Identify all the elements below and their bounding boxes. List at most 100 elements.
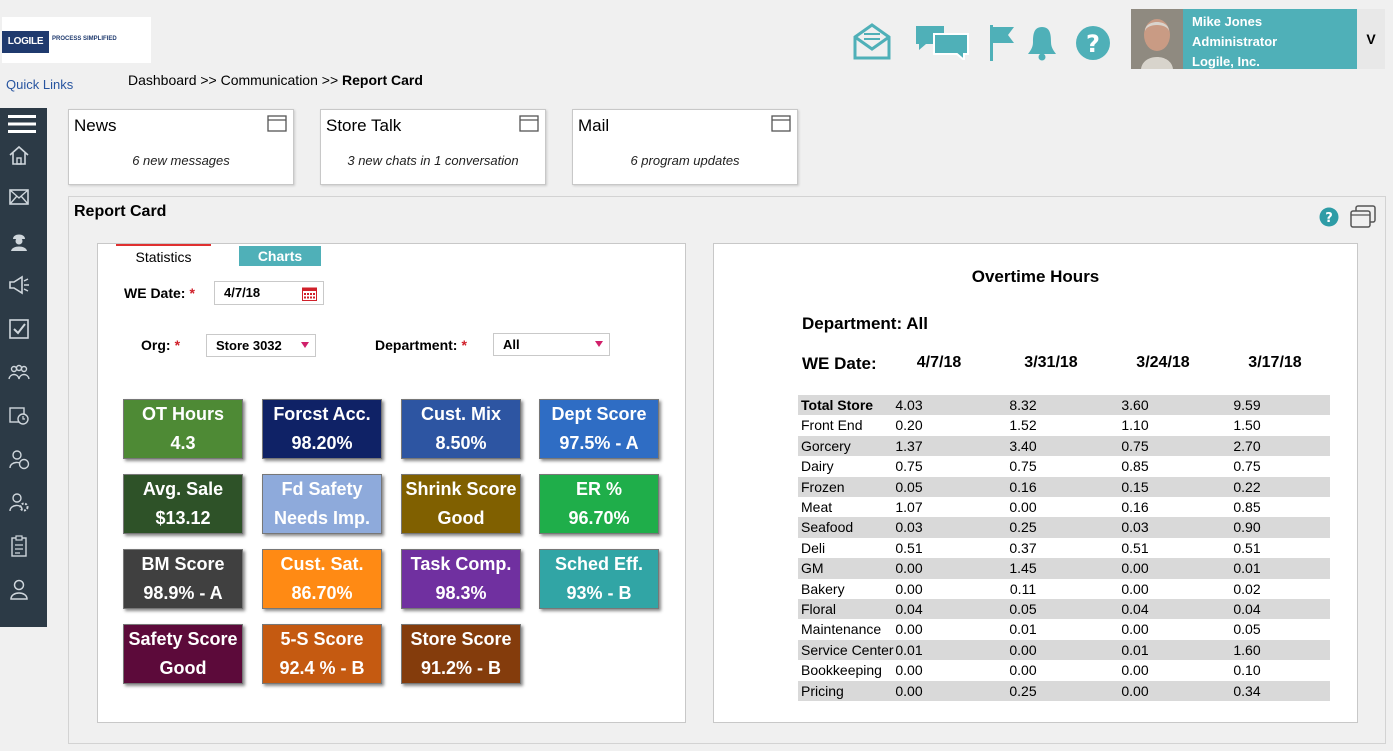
- we-date-input[interactable]: 4/7/18: [214, 281, 324, 305]
- score-tile[interactable]: Fd Safety Needs Imp.: [262, 474, 382, 534]
- tile-value: 98.3%: [435, 583, 487, 603]
- table-cell: 0.75: [1121, 437, 1149, 454]
- filter-icon[interactable]: [595, 341, 603, 347]
- row-label: Front End: [801, 417, 863, 434]
- table-cell: 1.50: [1233, 417, 1261, 434]
- tile-value: Good: [437, 508, 485, 528]
- score-tile[interactable]: Safety Score Good: [123, 624, 243, 684]
- mail-card[interactable]: Mail 6 program updates: [572, 109, 798, 185]
- score-tile[interactable]: 5-S Score 92.4 % - B: [262, 624, 382, 684]
- user-settings-icon[interactable]: [8, 491, 30, 513]
- window-icon[interactable]: [519, 115, 539, 132]
- worker-icon[interactable]: [8, 230, 30, 252]
- table-cell: 0.51: [1233, 539, 1261, 556]
- score-tile[interactable]: Cust. Mix 8.50%: [401, 399, 521, 459]
- tab-charts[interactable]: Charts: [239, 246, 321, 266]
- score-tile[interactable]: Dept Score 97.5% - A: [539, 399, 659, 459]
- tile-value: 93% - B: [566, 583, 632, 603]
- tile-label: Store Score: [410, 629, 512, 649]
- table-cell: 0.01: [895, 641, 923, 658]
- org-select[interactable]: Store 3032: [206, 334, 316, 357]
- row-label: Gorcery: [801, 437, 851, 454]
- help-icon[interactable]: ?: [1319, 207, 1339, 232]
- tile-value: 8.50%: [435, 433, 487, 453]
- score-tile[interactable]: Task Comp. 98.3%: [401, 549, 521, 609]
- row-label: Seafood: [801, 519, 854, 536]
- tile-value: 86.70%: [291, 583, 353, 603]
- card-message: 6 new messages: [132, 153, 230, 168]
- megaphone-icon[interactable]: [8, 274, 30, 296]
- score-tile[interactable]: Shrink Score Good: [401, 474, 521, 534]
- table-row: Seafood 0.03 0.25 0.03 0.90: [798, 517, 1330, 538]
- tab-statistics[interactable]: Statistics: [116, 244, 211, 268]
- profile-icon[interactable]: [8, 578, 30, 600]
- table-cell: 0.37: [1009, 539, 1037, 556]
- schedule-clock-icon[interactable]: [8, 404, 30, 426]
- window-icon[interactable]: [267, 115, 287, 132]
- score-tile[interactable]: Cust. Sat. 86.70%: [262, 549, 382, 609]
- menu-icon[interactable]: [8, 114, 36, 136]
- mail-icon[interactable]: [8, 186, 30, 208]
- row-label: Deli: [801, 539, 826, 556]
- tile-label: Dept Score: [551, 404, 647, 424]
- table-cell: 0.00: [895, 682, 923, 699]
- user-profile-box[interactable]: Mike Jones Administrator Logile, Inc. V: [1131, 9, 1385, 69]
- checkbox-icon[interactable]: [8, 318, 30, 340]
- user-menu-toggle[interactable]: V: [1357, 9, 1385, 69]
- flag-icon[interactable]: [988, 25, 1016, 66]
- bell-icon[interactable]: [1025, 25, 1059, 66]
- report-card-panel: Report Card ? Statistics Charts WE Date:…: [68, 196, 1386, 744]
- news-card[interactable]: News 6 new messages: [68, 109, 294, 185]
- department-select[interactable]: All: [493, 333, 610, 356]
- score-tile[interactable]: BM Score 98.9% - A: [123, 549, 243, 609]
- department-value: All: [503, 337, 520, 352]
- row-label: Frozen: [801, 478, 845, 495]
- chat-bubbles-icon[interactable]: [914, 24, 970, 65]
- we-date-value: 4/7/18: [224, 285, 261, 300]
- tile-label: Cust. Sat.: [280, 554, 364, 574]
- restore-window-icon[interactable]: [1349, 205, 1377, 234]
- card-title: Mail: [578, 116, 610, 135]
- window-icon[interactable]: [771, 115, 791, 132]
- score-tile[interactable]: Store Score 91.2% - B: [401, 624, 521, 684]
- table-cell: 0.01: [1121, 641, 1149, 658]
- calendar-icon[interactable]: [302, 286, 317, 308]
- overtime-panel: Overtime Hours Department: All WE Date: …: [713, 243, 1358, 723]
- score-tile[interactable]: Avg. Sale $13.12: [123, 474, 243, 534]
- tile-value: 91.2% - B: [420, 658, 502, 678]
- table-cell: 0.00: [1121, 682, 1149, 699]
- table-cell: 0.00: [1009, 499, 1037, 515]
- mail-envelope-icon[interactable]: [852, 22, 892, 65]
- score-tile[interactable]: ER % 96.70%: [539, 474, 659, 534]
- user-clock-icon[interactable]: [8, 448, 30, 470]
- date-column-header: 4/7/18: [916, 354, 962, 371]
- tile-label: Safety Score: [128, 629, 238, 649]
- svg-text:?: ?: [1086, 30, 1100, 58]
- date-column-header: 3/24/18: [1136, 354, 1190, 371]
- row-label: Dairy: [801, 458, 834, 475]
- score-tile[interactable]: Sched Eff. 93% - B: [539, 549, 659, 609]
- quick-links-link[interactable]: Quick Links: [6, 77, 73, 92]
- table-cell: 0.16: [1121, 499, 1149, 515]
- filter-icon[interactable]: [301, 342, 309, 348]
- table-cell: 0.04: [895, 601, 923, 617]
- team-icon[interactable]: [8, 361, 30, 383]
- score-tile[interactable]: Forcst Acc. 98.20%: [262, 399, 382, 459]
- table-cell: 1.45: [1009, 560, 1037, 577]
- tile-value: 98.20%: [291, 433, 353, 453]
- tile-value: 96.70%: [568, 508, 630, 528]
- store-talk-card[interactable]: Store Talk 3 new chats in 1 conversation: [320, 109, 546, 185]
- table-row: Total Store 4.03 8.32 3.60 9.59: [798, 395, 1330, 416]
- card-message: 3 new chats in 1 conversation: [347, 153, 519, 168]
- table-cell: 1.52: [1009, 417, 1037, 434]
- table-cell: 0.75: [1009, 458, 1037, 475]
- home-icon[interactable]: [8, 144, 30, 166]
- score-tile[interactable]: OT Hours 4.3: [123, 399, 243, 459]
- row-label: Maintenance: [801, 621, 882, 638]
- table-cell: 0.90: [1233, 519, 1261, 536]
- department-label-text: Department:: [375, 337, 458, 353]
- breadcrumb-path[interactable]: Dashboard >> Communication >>: [128, 72, 342, 88]
- clipboard-icon[interactable]: [8, 535, 30, 557]
- help-icon[interactable]: ?: [1075, 25, 1111, 66]
- user-info: Mike Jones Administrator Logile, Inc.: [1192, 12, 1277, 72]
